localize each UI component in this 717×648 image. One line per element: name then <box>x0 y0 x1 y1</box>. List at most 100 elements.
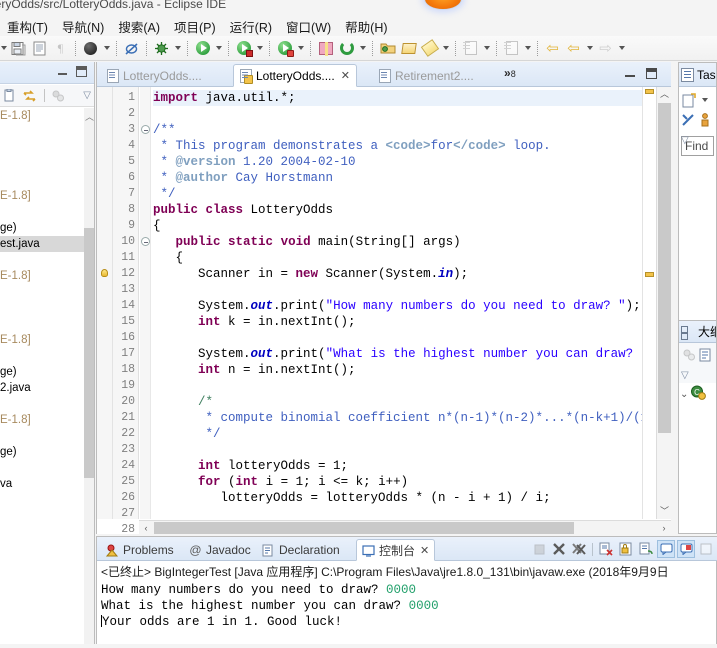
menu-refactor[interactable]: 重构(T) <box>0 16 55 37</box>
code-line[interactable]: * @version 1.20 2004-02-10 <box>153 154 671 170</box>
code-line[interactable] <box>153 506 671 519</box>
menu-search[interactable]: 搜索(A) <box>111 16 167 37</box>
maximize-icon[interactable] <box>76 66 87 77</box>
scroll-right-icon[interactable]: › <box>657 521 671 534</box>
marker-dropdown-icon[interactable] <box>440 39 451 58</box>
forward-icon[interactable]: ⇨ <box>596 39 615 58</box>
code-line[interactable] <box>153 442 671 458</box>
editor-horizontal-scrollbar[interactable]: ‹ › <box>139 520 671 534</box>
view-menu-icon[interactable]: ▽ <box>681 370 689 381</box>
display-selected-console-icon[interactable] <box>697 540 715 558</box>
view-menu-icon[interactable]: ▽ <box>83 90 91 101</box>
task-list-tabbar[interactable]: Tas <box>679 63 716 87</box>
code-line[interactable] <box>153 330 671 346</box>
editor-tab-lotteryodds-2[interactable]: LotteryOdds.... ✕ <box>233 64 357 87</box>
scroll-lock-icon[interactable] <box>617 540 635 558</box>
tree-item[interactable]: E-1.8] <box>0 412 85 428</box>
remove-launch-icon[interactable] <box>550 540 568 558</box>
open-resource-icon[interactable] <box>399 39 418 58</box>
code-line[interactable]: Scanner in = new Scanner(System.in); <box>153 266 671 282</box>
sort-icon[interactable] <box>681 347 697 364</box>
previous-annotation-icon[interactable] <box>502 39 521 58</box>
view-filter-icon[interactable] <box>49 87 66 104</box>
code-line[interactable]: import java.util.*; <box>153 90 671 106</box>
code-line[interactable]: */ <box>153 186 671 202</box>
tree-item[interactable]: est.java <box>0 236 85 252</box>
refresh-icon[interactable] <box>337 39 356 58</box>
collapse-all-icon[interactable] <box>21 87 38 104</box>
code-line[interactable]: * @author Cay Horstmann <box>153 170 671 186</box>
editor-maximize-icon[interactable] <box>646 68 657 79</box>
code-editor[interactable]: 1 2 3 4 5 6 7 8 9 10 11 12 13 14 15 16 17 18 19 20 21 22 23 24 2… <box>97 87 671 534</box>
print-icon[interactable] <box>30 39 49 58</box>
tab-declaration[interactable]: Declaration <box>257 539 345 561</box>
editor-vertical-scrollbar[interactable]: ︿ ﹀ <box>656 87 671 519</box>
editor-tab-overflow-button[interactable]: »8 <box>504 66 516 80</box>
close-icon[interactable]: ✕ <box>341 69 350 82</box>
run-last-tool-icon[interactable] <box>234 39 253 58</box>
code-line[interactable]: lotteryOdds = lotteryOdds * (n - i + 1) … <box>153 490 671 506</box>
code-line[interactable]: /* <box>153 394 671 410</box>
editor-tab-retirement2[interactable]: Retirement2.... <box>373 64 480 87</box>
editor-tab-lotteryodds-1[interactable]: LotteryOdds.... <box>101 64 208 87</box>
code-line[interactable]: * compute binomial coefficient n*(n-1)*(… <box>153 410 672 426</box>
marker-icon[interactable] <box>420 39 439 58</box>
tree-item[interactable]: ge) <box>0 444 85 460</box>
tab-console[interactable]: 控制台 ✕ <box>356 539 436 561</box>
scroll-down-icon[interactable]: ﹀ <box>657 504 671 519</box>
hide-fields-icon[interactable] <box>698 347 714 364</box>
fold-collapse-icon[interactable] <box>141 237 150 246</box>
scroll-up-icon[interactable]: ︿ <box>657 87 671 102</box>
code-line[interactable]: System.out.print("What is the highest nu… <box>153 346 671 362</box>
code-line[interactable]: for (int i = 1; i <= k; i++) <box>153 474 671 490</box>
warning-marker[interactable] <box>645 272 654 277</box>
next-annotation-icon[interactable] <box>461 39 480 58</box>
run-last-tool-dropdown-icon[interactable] <box>254 39 265 58</box>
disabled-breakpoint-icon[interactable] <box>122 39 141 58</box>
code-line[interactable]: public class LotteryOdds <box>153 202 671 218</box>
task-find-input[interactable]: Find <box>681 136 714 156</box>
menu-window[interactable]: 窗口(W) <box>279 16 338 37</box>
console-output[interactable]: How many numbers do you need to draw? 00… <box>101 582 714 646</box>
warning-quickfix-icon[interactable] <box>99 268 111 280</box>
menu-project[interactable]: 项目(P) <box>167 16 223 37</box>
tree-item[interactable]: 2.java <box>0 380 85 396</box>
debug-dropdown-icon[interactable] <box>172 39 183 58</box>
scrollbar-thumb[interactable] <box>658 103 671 433</box>
source-code[interactable]: import java.util.*; /** * This program d… <box>153 87 671 519</box>
code-line[interactable]: * This program demonstrates a <code>for<… <box>153 138 671 154</box>
tree-item[interactable]: va <box>0 476 85 492</box>
tab-problems[interactable]: Problems <box>101 539 179 561</box>
coverage-dropdown-icon[interactable] <box>295 39 306 58</box>
outline-tree[interactable]: ⌄ C <box>679 383 716 405</box>
coverage-icon[interactable] <box>275 39 294 58</box>
menu-run[interactable]: 运行(R) <box>223 16 279 37</box>
run-dropdown-icon[interactable] <box>213 39 224 58</box>
tree-item[interactable]: E-1.8] <box>0 108 85 124</box>
editor-minimize-icon[interactable] <box>625 70 635 78</box>
annotation-gutter[interactable] <box>97 87 113 519</box>
code-line[interactable]: int lotteryOdds = 1; <box>153 458 671 474</box>
run-icon[interactable] <box>193 39 212 58</box>
tree-item[interactable]: ge) <box>0 364 85 380</box>
tree-item[interactable]: E-1.8] <box>0 332 85 348</box>
show-console-on-output-icon[interactable] <box>657 540 675 558</box>
scrollbar-thumb[interactable] <box>154 522 574 534</box>
save-all-icon[interactable] <box>9 39 28 58</box>
forward-dropdown-icon[interactable] <box>616 39 627 58</box>
debug-icon[interactable] <box>152 39 171 58</box>
skip-breakpoints-dropdown-icon[interactable] <box>101 39 112 58</box>
toolbar-overflow-left-icon[interactable] <box>0 39 8 58</box>
code-line[interactable]: int k = in.nextInt(); <box>153 314 671 330</box>
close-icon[interactable]: ✕ <box>420 544 429 557</box>
back-dropdown-icon[interactable] <box>584 39 595 58</box>
scrollbar-thumb[interactable] <box>84 228 94 478</box>
code-line[interactable]: */ <box>153 426 671 442</box>
delete-task-icon[interactable] <box>681 112 697 129</box>
skip-all-breakpoints-icon[interactable] <box>81 39 100 58</box>
code-line[interactable]: public static void main(String[] args) <box>153 234 671 250</box>
code-line[interactable] <box>153 378 671 394</box>
tab-javadoc[interactable]: @ Javadoc <box>184 539 256 561</box>
scroll-up-icon[interactable]: ︿ <box>85 110 94 123</box>
code-line[interactable]: { <box>153 218 671 234</box>
